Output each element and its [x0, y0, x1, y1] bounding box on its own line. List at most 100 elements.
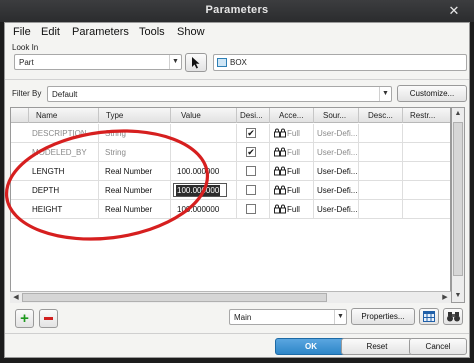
- cell-name[interactable]: DEPTH: [29, 181, 99, 200]
- pointer-arrow-icon: [192, 57, 200, 69]
- cell-name[interactable]: LENGTH: [29, 162, 99, 181]
- designate-checkbox[interactable]: [246, 185, 256, 195]
- table-row[interactable]: LENGTH Real Number 100.000000 Full User-Defi…: [11, 162, 450, 181]
- cell-designate[interactable]: [237, 181, 270, 200]
- parameters-table: Name Type Value Desi... Acce... Sour... …: [10, 107, 451, 303]
- find-button[interactable]: [443, 308, 463, 325]
- look-in-scope-value: Part: [19, 58, 34, 67]
- scroll-up-icon[interactable]: ▲: [452, 108, 464, 120]
- menu-show[interactable]: Show: [177, 26, 205, 38]
- table-row[interactable]: DESCRIPTION String ✔ Full User-Defi...: [11, 124, 450, 143]
- cell-designate[interactable]: ✔: [237, 124, 270, 143]
- customize-button[interactable]: Customize...: [397, 85, 467, 102]
- designate-checkbox[interactable]: ✔: [246, 128, 256, 138]
- cell-access[interactable]: Full: [270, 162, 314, 181]
- column-header-name[interactable]: Name: [29, 108, 99, 123]
- menu-edit[interactable]: Edit: [41, 26, 60, 38]
- cell-description[interactable]: [359, 124, 403, 143]
- menu-parameters[interactable]: Parameters: [72, 26, 129, 38]
- scroll-thumb[interactable]: [22, 293, 327, 302]
- table-row[interactable]: DEPTH Real Number 100.000000 Full User-Defi.…: [11, 181, 450, 200]
- column-header-value[interactable]: Value: [171, 108, 237, 123]
- cell-access[interactable]: Full: [270, 124, 314, 143]
- cell-restriction[interactable]: [403, 162, 450, 181]
- add-parameter-button[interactable]: +: [15, 309, 34, 328]
- access-value: Full: [287, 205, 300, 214]
- table-row[interactable]: MODELED_BY String ✔ Full User-Defi...: [11, 143, 450, 162]
- scroll-down-icon[interactable]: ▼: [452, 290, 464, 302]
- cell-description[interactable]: [359, 181, 403, 200]
- cell-source[interactable]: User-Defi...: [314, 124, 359, 143]
- cell-designate[interactable]: [237, 200, 270, 219]
- horizontal-scrollbar[interactable]: ◀ ▶: [10, 291, 451, 303]
- cell-type[interactable]: String: [99, 124, 171, 143]
- cell-access[interactable]: Full: [270, 143, 314, 162]
- cell-restriction[interactable]: [403, 143, 450, 162]
- cell-designate[interactable]: ✔: [237, 143, 270, 162]
- cell-source[interactable]: User-Defi...: [314, 162, 359, 181]
- column-header-access[interactable]: Acce...: [270, 108, 314, 123]
- cell-value[interactable]: 100.000000: [171, 181, 237, 200]
- cell-type[interactable]: Real Number: [99, 162, 171, 181]
- column-header-description[interactable]: Desc...: [359, 108, 403, 123]
- cell-type[interactable]: Real Number: [99, 200, 171, 219]
- cell-description[interactable]: [359, 143, 403, 162]
- cell-restriction[interactable]: [403, 124, 450, 143]
- cell-access[interactable]: Full: [270, 200, 314, 219]
- access-lock-icon: [274, 204, 286, 214]
- filter-by-select[interactable]: Default ▼: [47, 86, 392, 102]
- column-header-source[interactable]: Sour...: [314, 108, 359, 123]
- value-editor[interactable]: 100.000000: [173, 183, 227, 197]
- cell-type[interactable]: Real Number: [99, 181, 171, 200]
- cell-designate[interactable]: [237, 162, 270, 181]
- properties-button[interactable]: Properties...: [351, 308, 415, 325]
- vertical-scrollbar[interactable]: ▲ ▼: [451, 107, 465, 303]
- close-icon[interactable]: ✕: [446, 3, 462, 19]
- menu-file[interactable]: File: [13, 26, 31, 38]
- look-in-scope-select[interactable]: Part ▼: [14, 54, 182, 70]
- column-header-type[interactable]: Type: [99, 108, 171, 123]
- designate-checkbox[interactable]: [246, 166, 256, 176]
- designate-checkbox[interactable]: ✔: [246, 147, 256, 157]
- cell-name[interactable]: MODELED_BY: [29, 143, 99, 162]
- scroll-left-icon[interactable]: ◀: [10, 292, 22, 303]
- view-value: Main: [234, 313, 252, 322]
- cell-name[interactable]: DESCRIPTION: [29, 124, 99, 143]
- column-header-restriction[interactable]: Restr...: [403, 108, 450, 123]
- table-view-button[interactable]: [419, 308, 439, 325]
- column-header-designate[interactable]: Desi...: [237, 108, 270, 123]
- menu-bar: File Edit Parameters Tools Show: [5, 23, 469, 41]
- cell-restriction[interactable]: [403, 200, 450, 219]
- reset-button[interactable]: Reset: [341, 338, 413, 355]
- table-row[interactable]: HEIGHT Real Number 100.000000 Full User-Defi…: [11, 200, 450, 219]
- look-in-label: Look In: [12, 43, 39, 52]
- cell-source[interactable]: User-Defi...: [314, 200, 359, 219]
- parameters-window: Parameters ✕ File Edit Parameters Tools …: [0, 0, 474, 363]
- scroll-thumb[interactable]: [453, 122, 463, 276]
- view-select[interactable]: Main ▼: [229, 309, 347, 325]
- menu-tools[interactable]: Tools: [139, 26, 165, 38]
- cancel-button[interactable]: Cancel: [409, 338, 467, 355]
- access-lock-icon: [274, 147, 286, 157]
- part-icon: [217, 58, 227, 67]
- cell-restriction[interactable]: [403, 181, 450, 200]
- access-lock-icon: [274, 166, 286, 176]
- remove-parameter-button[interactable]: [39, 309, 58, 328]
- cell-value[interactable]: 100.000000: [171, 200, 237, 219]
- ok-button[interactable]: OK: [275, 338, 347, 355]
- cell-name[interactable]: HEIGHT: [29, 200, 99, 219]
- cell-access[interactable]: Full: [270, 181, 314, 200]
- cell-value[interactable]: [171, 124, 237, 143]
- cell-value[interactable]: 100.000000: [171, 162, 237, 181]
- pick-object-button[interactable]: [185, 53, 207, 72]
- cell-type[interactable]: String: [99, 143, 171, 162]
- cell-description[interactable]: [359, 200, 403, 219]
- binoculars-icon: [446, 312, 460, 322]
- cell-description[interactable]: [359, 162, 403, 181]
- look-in-object-field[interactable]: BOX: [213, 54, 467, 71]
- cell-source[interactable]: User-Defi...: [314, 181, 359, 200]
- designate-checkbox[interactable]: [246, 204, 256, 214]
- cell-value[interactable]: [171, 143, 237, 162]
- cell-source[interactable]: User-Defi...: [314, 143, 359, 162]
- scroll-right-icon[interactable]: ▶: [439, 292, 451, 303]
